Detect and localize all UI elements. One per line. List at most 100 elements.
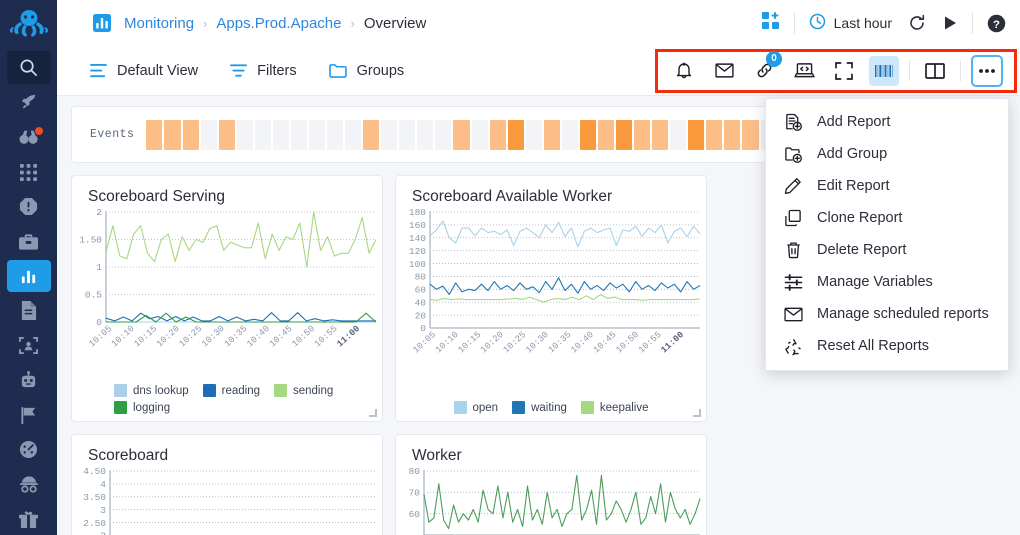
filter-icon [230, 63, 248, 78]
event-bucket[interactable] [688, 119, 705, 150]
resize-handle[interactable] [369, 409, 377, 417]
legend-item[interactable]: keepalive [580, 401, 649, 414]
sidebar-item-flags[interactable] [7, 399, 51, 431]
app-bar-chart-icon [93, 14, 111, 32]
report-card-scoreboard[interactable]: Scoreboard 00.511.5022.5033.5044.5010:05… [71, 434, 383, 535]
play-icon[interactable] [942, 15, 958, 31]
event-bucket[interactable] [399, 119, 416, 150]
fullscreen-icon[interactable] [829, 56, 859, 86]
sidebar-item-performance[interactable] [7, 434, 51, 466]
menu-item-clone-report[interactable]: Clone Report [766, 202, 1008, 234]
event-bucket[interactable] [670, 119, 687, 150]
menu-item-delete-report[interactable]: Delete Report [766, 234, 1008, 266]
event-bucket[interactable] [634, 119, 651, 150]
sidebar-item-discovery[interactable] [7, 122, 51, 154]
event-bucket[interactable] [236, 119, 253, 150]
svg-text:40: 40 [415, 297, 427, 308]
event-bucket[interactable] [652, 119, 669, 150]
menu-item-add-report[interactable]: Add Report [766, 106, 1008, 138]
event-bucket[interactable] [417, 119, 434, 150]
resize-handle[interactable] [693, 409, 701, 417]
sidebar-item-documents[interactable] [7, 295, 51, 327]
event-bucket[interactable] [254, 119, 271, 150]
event-bucket[interactable] [182, 119, 199, 150]
sidebar-item-apps[interactable] [7, 156, 51, 188]
help-icon[interactable]: ? [987, 14, 1006, 33]
filters-button[interactable]: Filters [230, 63, 297, 79]
chart-scoreboard[interactable]: 00.511.5022.5033.5044.5010:0510:1010:151… [72, 465, 382, 535]
menu-item-add-group[interactable]: Add Group [766, 138, 1008, 170]
legend-item[interactable]: sending [274, 384, 333, 397]
event-bucket[interactable] [435, 119, 452, 150]
sidebar-item-search[interactable] [6, 50, 51, 84]
event-bucket[interactable] [345, 119, 362, 150]
menu-item-manage-variables[interactable]: Manage Variables [766, 266, 1008, 298]
event-bucket[interactable] [363, 119, 380, 150]
time-range-selector[interactable]: Last hour [809, 13, 892, 33]
event-bucket[interactable] [525, 119, 542, 150]
legend-item[interactable]: logging [114, 401, 170, 414]
sidebar-item-whatsnew[interactable] [7, 503, 51, 535]
event-bucket[interactable] [146, 119, 163, 150]
menu-item-edit-report[interactable]: Edit Report [766, 170, 1008, 202]
sidebar-item-scan[interactable] [7, 330, 51, 362]
breadcrumb: Monitoring › Apps.Prod.Apache › Overview [124, 15, 426, 32]
legend-swatch [114, 401, 127, 414]
barcode-icon[interactable] [869, 55, 899, 86]
sidebar-item-alerts[interactable] [7, 191, 51, 223]
menu-item-manage-scheduled-reports[interactable]: Manage scheduled reports [766, 298, 1008, 330]
envelope-icon[interactable] [709, 56, 739, 86]
alarm-bell-icon[interactable] [669, 56, 699, 86]
event-bucket[interactable] [453, 119, 470, 150]
event-bucket[interactable] [164, 119, 181, 150]
event-bucket[interactable] [706, 119, 723, 150]
menu-item-reset-all-reports[interactable]: Reset All Reports [766, 330, 1008, 362]
laptop-code-icon[interactable] [789, 56, 819, 86]
event-bucket[interactable] [290, 119, 307, 150]
legend-label: sending [293, 384, 334, 397]
refresh-icon[interactable] [908, 14, 926, 32]
chart-scoreboard-serving[interactable]: 0 0.5 1 1.50 2 10:05 10:10 10:15 10:20 10:25 10:30… [72, 206, 382, 366]
svg-text:10:30: 10:30 [524, 330, 551, 356]
event-bucket[interactable] [489, 119, 506, 150]
event-bucket[interactable] [327, 119, 344, 150]
groups-button[interactable]: Groups [328, 63, 404, 79]
event-bucket[interactable] [308, 119, 326, 150]
event-bucket[interactable] [597, 119, 615, 150]
add-tiles-icon[interactable] [761, 11, 780, 35]
breadcrumb-apps-prod-apache[interactable]: Apps.Prod.Apache [216, 15, 341, 32]
event-bucket[interactable] [200, 119, 217, 150]
sidebar-item-automation[interactable] [7, 365, 51, 397]
event-bucket[interactable] [272, 119, 289, 150]
chart-worker[interactable]: 60 70 80 [396, 465, 706, 535]
sidebar-item-reports[interactable] [6, 260, 51, 293]
event-bucket[interactable] [724, 119, 741, 150]
sidebar-item-inventory[interactable] [7, 226, 51, 258]
sidebar-item-anonymous[interactable] [7, 469, 51, 501]
report-card-scoreboard-available-worker[interactable]: Scoreboard Available Worker 0 20 40 60 80 100… [395, 175, 707, 422]
sidebar-item-rocket[interactable] [7, 87, 51, 119]
legend-item[interactable]: reading [202, 384, 260, 397]
legend-item[interactable]: dns lookup [114, 384, 189, 397]
default-view-button[interactable]: Default View [90, 63, 198, 79]
event-bucket[interactable] [579, 119, 596, 150]
report-card-scoreboard-serving[interactable]: Scoreboard Serving 0 0.5 1 1.50 2 10:05 10:10 1… [71, 175, 383, 422]
divider [972, 12, 973, 34]
legend-item[interactable]: waiting [512, 401, 567, 414]
event-bucket[interactable] [218, 119, 235, 150]
event-bucket[interactable] [742, 119, 759, 150]
event-bucket[interactable] [507, 119, 524, 150]
chart-scoreboard-available-worker[interactable]: 0 20 40 60 80 100 120 140 160 180 10:05 10:10 10:15 1… [396, 206, 706, 376]
event-bucket[interactable] [543, 119, 560, 150]
event-bucket[interactable] [616, 119, 633, 150]
report-card-worker[interactable]: Worker 60 70 80 [395, 434, 707, 535]
event-bucket[interactable] [381, 119, 398, 150]
legend-item[interactable]: open [453, 401, 498, 414]
more-options-icon[interactable] [971, 54, 1003, 87]
columns-layout-icon[interactable] [920, 56, 950, 86]
event-bucket[interactable] [561, 119, 578, 150]
breadcrumb-monitoring[interactable]: Monitoring [124, 15, 194, 32]
octopus-logo[interactable] [0, 0, 57, 48]
link-icon[interactable]: 0 [749, 50, 782, 86]
event-bucket[interactable] [471, 119, 488, 150]
